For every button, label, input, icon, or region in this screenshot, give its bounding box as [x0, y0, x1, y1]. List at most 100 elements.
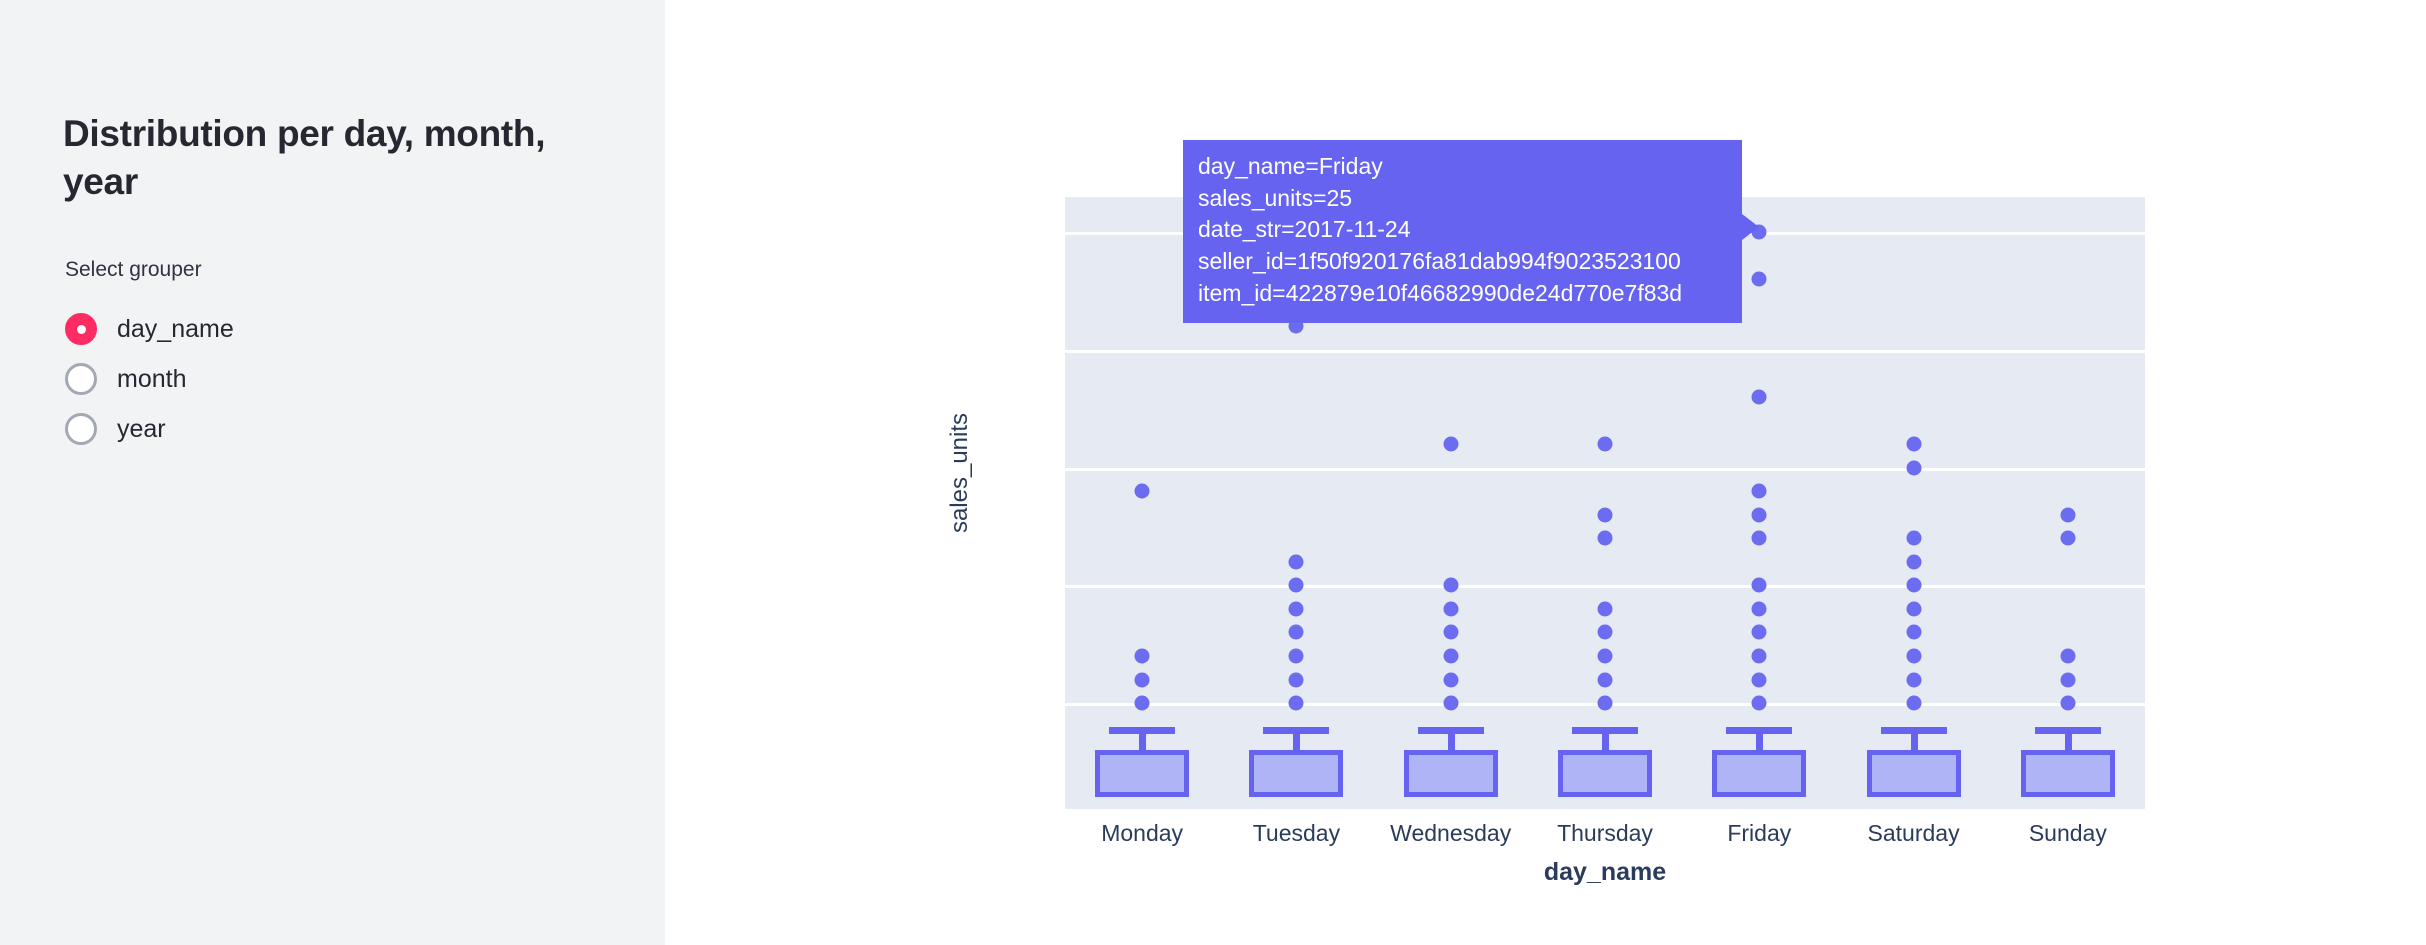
radio-label: month [117, 364, 187, 393]
sidebar: Distribution per day, month, year Select… [0, 0, 665, 945]
data-point[interactable] [1134, 483, 1150, 499]
x-tick-label: Tuesday [1252, 820, 1341, 846]
x-tick-label: Friday [1727, 820, 1792, 846]
data-point[interactable] [1906, 601, 1922, 617]
data-point[interactable] [1288, 695, 1304, 711]
data-point[interactable] [1597, 530, 1613, 546]
grouper-radio-group[interactable]: day_namemonth year [63, 304, 595, 454]
data-point[interactable] [1134, 648, 1150, 664]
data-point[interactable] [1906, 436, 1922, 452]
box-body[interactable] [1249, 750, 1344, 798]
radio-inner-dot [76, 324, 86, 334]
data-point[interactable] [1751, 624, 1767, 640]
data-point[interactable] [1906, 695, 1922, 711]
data-point[interactable] [1906, 460, 1922, 476]
data-point[interactable] [1443, 624, 1459, 640]
data-point[interactable] [1288, 648, 1304, 664]
data-point[interactable] [1751, 648, 1767, 664]
box-body[interactable] [1558, 750, 1652, 798]
data-point[interactable] [1288, 624, 1304, 640]
radio-option-day_name[interactable]: day_name [65, 304, 595, 354]
data-point[interactable] [1443, 601, 1459, 617]
tooltip-arrow-icon [1742, 214, 1759, 240]
whisker-cap [1880, 726, 1947, 734]
data-point[interactable] [1597, 507, 1613, 523]
boxplot-chart[interactable]: sales_units 510152025 MondayTuesdayWedne… [665, 0, 2426, 945]
hover-tooltip: day_name=Friday sales_units=25 date_str=20… [1183, 140, 1759, 323]
radio-label: day_name [117, 314, 234, 343]
box-body[interactable] [1712, 750, 1807, 798]
data-point[interactable] [2060, 530, 2076, 546]
whisker-cap [2034, 726, 2101, 734]
data-point[interactable] [1751, 389, 1767, 405]
data-point[interactable] [1906, 530, 1922, 546]
data-point[interactable] [1134, 695, 1150, 711]
data-point[interactable] [1906, 624, 1922, 640]
box-body[interactable] [1095, 750, 1190, 798]
x-tick-label: Sunday [2028, 820, 2107, 846]
gridline [1065, 467, 2145, 471]
data-point[interactable] [1597, 672, 1613, 688]
y-axis-label: sales_units [946, 412, 973, 533]
data-point[interactable] [1597, 695, 1613, 711]
data-point[interactable] [1443, 577, 1459, 593]
data-point[interactable] [1751, 507, 1767, 523]
radio-inner-dot [77, 375, 86, 384]
data-point[interactable] [1288, 601, 1304, 617]
sidebar-content: Distribution per day, month, year Select… [0, 0, 665, 454]
data-point[interactable] [1443, 436, 1459, 452]
box-body[interactable] [1866, 750, 1961, 798]
data-point[interactable] [1751, 530, 1767, 546]
whisker-cap [1572, 726, 1638, 734]
tooltip-line: sales_units=25 [1198, 184, 1353, 211]
tooltip-line: day_name=Friday [1198, 153, 1383, 179]
data-point[interactable] [1443, 695, 1459, 711]
data-point[interactable] [1906, 672, 1922, 688]
data-point[interactable] [1906, 554, 1922, 570]
data-point[interactable] [1751, 577, 1767, 593]
radio-circle-icon[interactable] [65, 363, 97, 396]
data-point[interactable] [1288, 554, 1304, 570]
data-point[interactable] [1906, 648, 1922, 664]
box-body[interactable] [2020, 750, 2115, 798]
main-content: sales_units 510152025 MondayTuesdayWedne… [665, 0, 2426, 945]
data-point[interactable] [1597, 624, 1613, 640]
whisker-cap [1109, 726, 1176, 734]
data-point[interactable] [1597, 436, 1613, 452]
tooltip-line: seller_id=1f50f920176fa81dab994f90235231… [1198, 248, 1681, 275]
data-point[interactable] [2060, 507, 2076, 523]
data-point[interactable] [1597, 648, 1613, 664]
x-tick-label: Saturday [1867, 820, 1960, 846]
data-point[interactable] [1751, 695, 1767, 711]
data-point[interactable] [1751, 483, 1767, 499]
tooltip-lines: day_name=Friday sales_units=25 date_str=20… [1198, 151, 1728, 310]
gridline [1065, 585, 2145, 589]
tooltip-line: date_str=2017-11-24 [1198, 216, 1411, 243]
data-point[interactable] [1134, 672, 1150, 688]
data-point[interactable] [1751, 601, 1767, 617]
data-point[interactable] [1443, 648, 1459, 664]
data-point[interactable] [1288, 672, 1304, 688]
data-point[interactable] [1751, 672, 1767, 688]
whisker-cap [1417, 726, 1484, 734]
whisker-cap [1726, 726, 1793, 734]
box-body[interactable] [1403, 750, 1498, 798]
x-tick-label: Monday [1101, 820, 1184, 846]
data-point[interactable] [1597, 601, 1613, 617]
data-point[interactable] [1906, 577, 1922, 593]
radio-inner-dot [77, 425, 86, 434]
radio-circle-icon[interactable] [65, 413, 97, 446]
data-point[interactable] [1443, 672, 1459, 688]
data-point[interactable] [2060, 695, 2076, 711]
data-point[interactable] [2060, 648, 2076, 664]
radio-circle-icon[interactable] [65, 313, 97, 346]
app-root: Distribution per day, month, year Select… [0, 0, 2426, 945]
data-point[interactable] [1288, 577, 1304, 593]
x-axis-label: day_name [1543, 858, 1667, 886]
x-tick-label: Wednesday [1390, 820, 1512, 846]
radio-option-year[interactable]: year [65, 404, 595, 454]
data-point[interactable] [1751, 271, 1767, 287]
data-point[interactable] [2060, 672, 2076, 688]
x-tick-label: Thursday [1557, 820, 1653, 846]
radio-option-month[interactable]: month [65, 354, 595, 404]
